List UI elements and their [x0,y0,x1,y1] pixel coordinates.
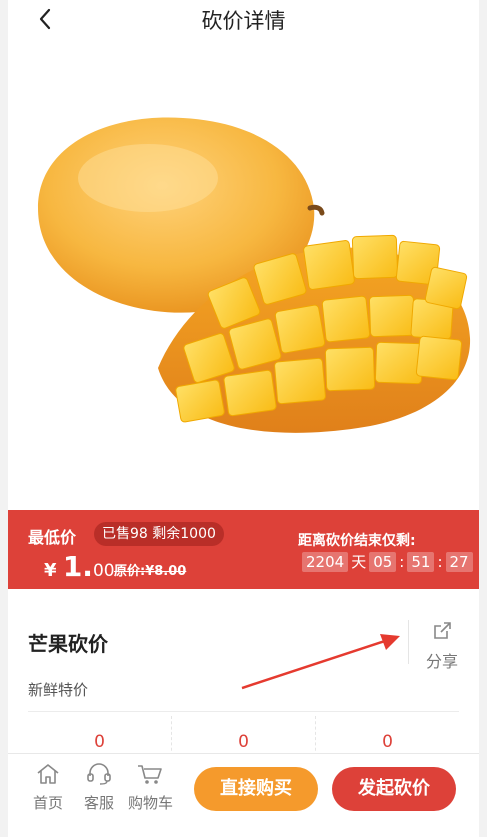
original-price-label: 原价: [114,564,146,579]
page-title: 砍价详情 [201,9,286,33]
countdown-separator: : [437,552,443,571]
stat-value: 0 [172,716,316,756]
product-image [8,38,479,510]
nav-service[interactable]: 客服 [77,762,121,813]
countdown-seconds: 27 [445,551,473,572]
page-frame: 砍价详情 最低价 已售98 剩余1000 ¥ 1.00 原价:¥8.00 距离砍… [8,0,479,837]
countdown-separator: : [399,552,405,571]
share-button[interactable]: 分享 [420,620,464,671]
share-divider [408,620,409,664]
countdown-days: 2204 [302,551,349,572]
original-price: 原价:¥8.00 [114,560,186,579]
product-name: 芒果砍价 [28,632,108,656]
price-decimal: 00 [92,561,115,581]
stat-value: 0 [382,732,393,752]
nav-service-label: 客服 [83,794,114,812]
nav-cart[interactable]: 购物车 [128,762,174,813]
nav-cart-label: 购物车 [128,794,174,812]
original-price-value: ¥8.00 [145,564,187,579]
stats-row: 0 0 0 [28,716,459,756]
headset-icon [87,763,111,785]
currency-symbol: ¥ [44,560,57,581]
mango-illustration [38,117,471,433]
product-subtitle: 新鲜特价 [28,681,89,699]
countdown-hours: 05 [369,551,397,572]
countdown-day-unit: 天 [351,553,367,571]
divider [28,711,459,712]
current-price: ¥ 1.00 [44,550,115,583]
countdown-timer: 2204 天 05 : 51 : 27 [302,551,473,572]
nav-home[interactable]: 首页 [26,762,70,813]
countdown-minutes: 51 [407,551,435,572]
price-banner: 最低价 已售98 剩余1000 ¥ 1.00 原价:¥8.00 距离砍价结束仅剩… [8,510,479,589]
countdown-label: 距离砍价结束仅剩: [298,533,416,549]
cart-icon [138,765,162,784]
buy-now-button[interactable]: 直接购买 [194,767,318,811]
bottom-bar: 首页 客服 购物车 直接购买 发起砍价 [8,753,479,837]
nav-home-label: 首页 [32,794,63,812]
lowest-price-label: 最低价 [28,528,77,547]
share-icon [434,622,451,639]
stat-value: 0 [28,716,172,756]
home-icon [37,764,59,784]
price-dot: . [82,550,93,583]
sold-stock-badge: 已售98 剩余1000 [94,522,224,546]
price-integer: 1 [62,550,83,583]
start-bargain-button[interactable]: 发起砍价 [332,767,456,811]
header: 砍价详情 [8,0,479,38]
share-label: 分享 [425,652,458,671]
